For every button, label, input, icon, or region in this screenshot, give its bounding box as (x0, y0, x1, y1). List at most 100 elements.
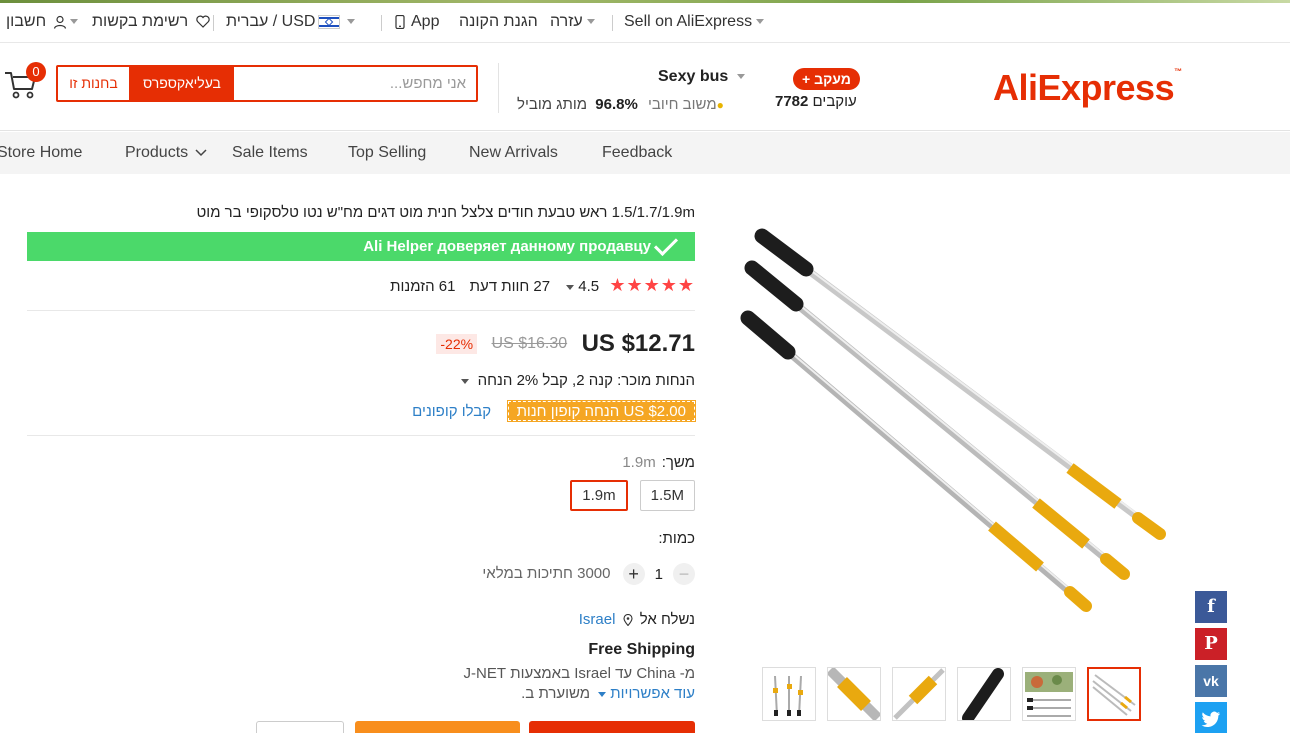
ship-to-country-link[interactable]: Israel (579, 611, 616, 628)
pinterest-icon[interactable]: P (1195, 628, 1227, 660)
divider (213, 15, 214, 31)
nav-new-arrivals[interactable]: New Arrivals (469, 132, 558, 174)
thumbnail-selected[interactable] (1087, 667, 1141, 721)
chevron-down-icon (736, 74, 745, 80)
chevron-down-icon (347, 19, 356, 25)
coupon-row: US $2.00 הנחה קופון חנות קבלו קופונים (412, 400, 697, 422)
thumbnail[interactable] (1022, 667, 1076, 721)
rating-row: ★★★★★ 4.5 27 חוות דעת 61 הזמנות (390, 275, 695, 296)
divider (27, 435, 695, 436)
estimated-delivery-text: משוערת ב. (521, 685, 591, 702)
quantity-decrease-button[interactable]: − (673, 563, 695, 585)
checkmark-icon (653, 231, 679, 257)
pole-2 (744, 260, 1130, 580)
divider (381, 15, 382, 31)
option-1-5m[interactable]: 1.5M (639, 480, 695, 511)
language-currency-selector[interactable]: עברית / USD (226, 3, 359, 43)
heart-icon (195, 15, 210, 29)
current-price: US $12.71 (581, 330, 695, 357)
feedback-label: משוב חיובי (647, 96, 717, 113)
quantity-stepper: −1 + 3000 חתיכות במלאי (482, 563, 695, 585)
quantity-value[interactable]: 1 (655, 566, 663, 583)
buy-now-button[interactable] (529, 721, 695, 733)
store-name-link[interactable]: Sexy bus (658, 68, 749, 86)
divider (498, 63, 499, 113)
thumbnail[interactable] (762, 667, 816, 721)
search-bar: בחנות זו בעליאקספרס (56, 65, 478, 102)
israel-flag-icon (318, 14, 341, 29)
nav-products[interactable]: Products (125, 132, 207, 174)
feedback-percent: 96.8% (595, 96, 638, 113)
twitter-icon[interactable] (1195, 702, 1227, 733)
free-shipping-label: Free Shipping (588, 641, 695, 658)
thumbnail[interactable] (892, 667, 946, 721)
followers-count: 7782 עוקבים (775, 93, 857, 110)
more-shipping-options-link[interactable]: עוד אפשרויות (594, 685, 695, 702)
reviews-link[interactable]: 27 חוות דעת (470, 278, 550, 295)
sell-on-aliexpress-link[interactable]: Sell on AliExpress (624, 3, 768, 43)
account-label: חשבון (6, 13, 47, 30)
search-all-aliexpress-button[interactable]: בעליאקספרס (130, 67, 234, 100)
language-currency-label: עברית / USD (226, 13, 316, 30)
add-to-cart-button[interactable] (355, 721, 520, 733)
chevron-down-icon (586, 19, 595, 25)
original-price: US $16.30 (491, 335, 568, 352)
product-main-image[interactable] (740, 218, 1170, 618)
star-rating-icon: ★★★★★ (609, 275, 695, 295)
chevron-down-icon (598, 691, 607, 697)
nav-store-home[interactable]: Store Home (0, 132, 82, 174)
thumbnail[interactable] (827, 667, 881, 721)
nav-sale-items[interactable]: Sale Items (232, 132, 308, 174)
ship-to-label: נשלח אל (639, 611, 695, 628)
app-label: App (411, 13, 440, 30)
length-label: משך: (661, 454, 695, 471)
phone-icon (395, 14, 405, 29)
rating-label: 4.5 (578, 278, 600, 295)
app-link[interactable]: App (395, 3, 439, 43)
shipping-estimate: עוד אפשרויות משוערת ב. (521, 685, 695, 702)
store-nav: Store Home Products Sale Items Top Selli… (0, 132, 1290, 174)
sell-label: Sell on AliExpress (624, 13, 753, 30)
wishlist-label: רשימת בקשות (92, 13, 189, 30)
vk-icon[interactable]: vk (1195, 665, 1227, 697)
divider (612, 15, 613, 31)
facebook-icon[interactable]: f (1195, 591, 1227, 623)
medal-icon: ● (716, 98, 724, 112)
quantity-label: כמות: (658, 530, 695, 547)
nav-products-label: Products (125, 144, 189, 161)
thumbnail[interactable] (957, 667, 1011, 721)
chevron-down-icon (461, 378, 470, 384)
aliexpress-logo[interactable]: AliExpress™ (993, 67, 1182, 109)
nav-feedback[interactable]: Feedback (602, 132, 672, 174)
divider (27, 310, 695, 311)
helper-text: Ali Helper доверяет данному продавцу (363, 238, 651, 255)
buyer-protection-link[interactable]: הגנת הקונה (459, 3, 538, 43)
search-in-store-button[interactable]: בחנות זו (58, 67, 130, 100)
pole-3 (740, 310, 1092, 612)
wishlist-button[interactable] (256, 721, 344, 733)
cart-count-badge: 0 (26, 62, 46, 82)
shipping-route: מ- China עד Israel באמצעות J-NET (463, 665, 695, 682)
price-row: US $12.71 US $16.30 -22% (436, 330, 695, 358)
option-1-9m-selected[interactable]: 1.9m (570, 480, 628, 511)
seller-discount[interactable]: הנחות מוכר: קנה 2, קבל 2% הנחה (457, 372, 695, 389)
quantity-increase-button[interactable]: + (622, 563, 645, 585)
stock-available: 3000 חתיכות במלאי (482, 564, 611, 582)
wishlist-link[interactable]: רשימת בקשות (92, 3, 210, 43)
location-pin-icon (623, 613, 633, 627)
orders-count: 61 הזמנות (390, 278, 456, 295)
get-coupons-link[interactable]: קבלו קופונים (412, 403, 491, 420)
store-header: AliExpress™ + מעקב 7782 עוקבים Sexy bus … (0, 43, 1290, 131)
ship-to-row: נשלח אל Israel (579, 611, 695, 628)
chevron-down-icon (756, 19, 765, 25)
nav-top-selling[interactable]: Top Selling (348, 132, 426, 174)
help-menu[interactable]: עזרה (550, 3, 599, 43)
length-options: 1.5M 1.9m (558, 480, 695, 511)
search-input[interactable] (235, 67, 476, 100)
chevron-down-icon (566, 284, 575, 290)
follow-store-button[interactable]: + מעקב (793, 68, 860, 90)
chevron-down-icon (66, 3, 82, 43)
account-link[interactable]: חשבון (6, 3, 67, 43)
rating-value[interactable]: 4.5 (562, 278, 599, 295)
help-label: עזרה (550, 13, 583, 30)
